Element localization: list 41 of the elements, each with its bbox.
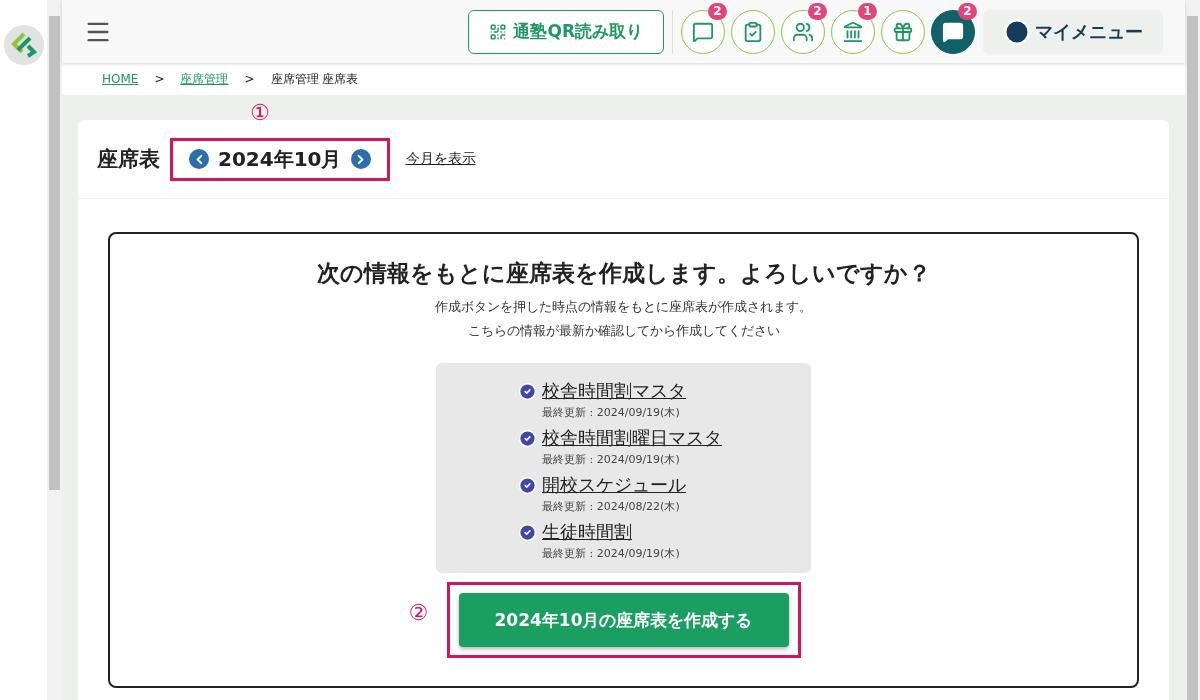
building-icon xyxy=(842,20,864,43)
count-badge: 2 xyxy=(958,2,977,20)
gift-icon xyxy=(892,20,914,43)
breadcrumb-link[interactable]: HOME xyxy=(102,72,139,86)
my-menu-button[interactable]: マイメニュー xyxy=(983,9,1163,54)
source-link[interactable]: 開校スケジュール xyxy=(542,473,686,497)
confirm-heading: 次の情報をもとに座席表を作成します。よろしいですか？ xyxy=(316,259,931,288)
qr-read-button[interactable]: 通塾QR読み取り xyxy=(468,9,664,54)
annotation-number: ① xyxy=(250,99,270,125)
header-icon-button[interactable] xyxy=(881,9,925,54)
confirm-note: こちらの情報が最新か確認してから作成してください xyxy=(467,322,780,340)
people-icon xyxy=(792,20,814,43)
confirm-note: 作成ボタンを押した時点の情報をもとに座席表が作成されます。 xyxy=(435,298,812,316)
scrollbar[interactable] xyxy=(47,0,62,700)
count-badge: 2 xyxy=(808,2,827,20)
page-title: 座席表 xyxy=(97,146,160,173)
last-updated-text: 最終更新 : 2024/08/22(木) xyxy=(542,499,680,514)
breadcrumb-separator: > xyxy=(244,72,255,86)
app-logo[interactable] xyxy=(3,25,44,65)
last-updated-text: 最終更新 : 2024/09/19(木) xyxy=(542,405,680,420)
source-link[interactable]: 校舎時間割マスタ xyxy=(542,379,686,403)
current-month-link[interactable]: 今月を表示 xyxy=(405,150,476,168)
count-badge: 1 xyxy=(858,2,877,20)
month-label: 2024年10月 xyxy=(218,145,342,173)
previous-month-button[interactable] xyxy=(189,149,209,169)
message-icon xyxy=(942,20,964,43)
breadcrumb-current: 座席管理 座席表 xyxy=(270,70,359,88)
annotation-number: ② xyxy=(408,600,429,625)
header-icon-button[interactable] xyxy=(731,9,775,54)
source-link[interactable]: 生徒時間割 xyxy=(542,520,632,544)
last-updated-text: 最終更新 : 2024/09/19(木) xyxy=(542,452,680,467)
next-month-button[interactable] xyxy=(350,149,371,169)
breadcrumb-link[interactable]: 座席管理 xyxy=(180,70,229,88)
speech-bubble-icon xyxy=(692,20,714,43)
source-link[interactable]: 校舎時間割曜日マスタ xyxy=(542,426,722,450)
last-updated-text: 最終更新 : 2024/09/19(木) xyxy=(542,546,680,561)
qr-code-icon xyxy=(489,22,508,41)
count-badge: 2 xyxy=(708,2,727,20)
scrollbar[interactable] xyxy=(1185,0,1200,700)
checklist-icon xyxy=(742,20,764,43)
breadcrumb-separator: > xyxy=(154,72,165,86)
